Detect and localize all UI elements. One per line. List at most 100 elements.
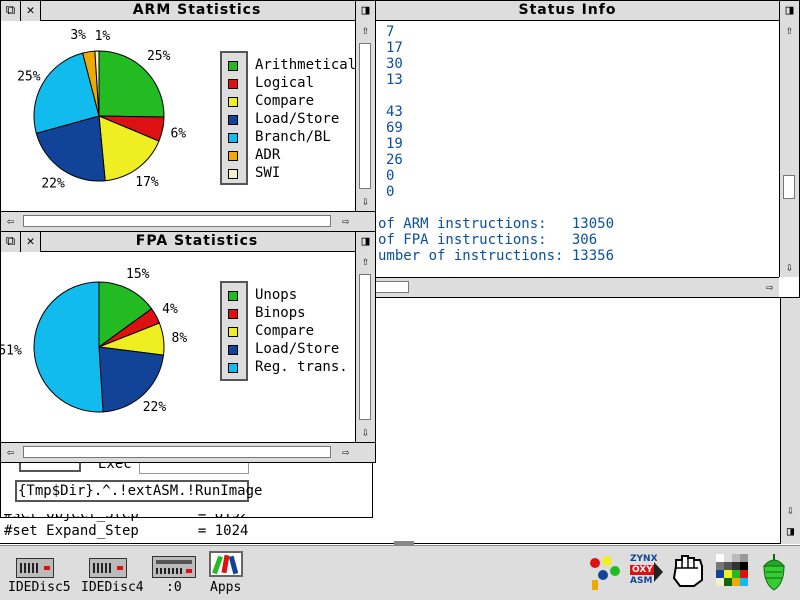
status-value: 30 [386,56,403,72]
scroll-right-arrow-icon[interactable]: ⇨ [336,443,355,462]
hscroll-thumb[interactable] [23,446,331,458]
status-value: 0 [386,168,395,184]
back-icon[interactable]: ⧉ [1,1,21,21]
scroll-down-arrow-icon[interactable]: ⇩ [781,501,800,520]
legend-swatch [228,61,238,71]
legend-label: Compare [255,323,315,339]
fpa-statistics-window: ⧉ ✕ FPA Statistics ◨ ⇧ ⇩ ⇦ ⇨ 15% 4% 8% 22% 5… [0,231,376,463]
scroll-up-arrow-icon[interactable]: ⇧ [780,21,799,40]
legend-label: Unops [255,287,298,303]
fpa-horizontal-scrollbar[interactable]: ⇦ ⇨ [1,442,375,462]
acorn-icon[interactable] [758,552,790,592]
scroll-up-arrow-icon[interactable]: ⇧ [356,21,375,40]
status-value: 13 [386,72,403,88]
status-value: 0 [386,184,395,200]
close-icon[interactable]: ✕ [21,232,41,252]
pie-value-label: 22% [41,177,65,192]
scroll-left-arrow-icon[interactable]: ⇦ [1,443,20,462]
legend-label: Binops [255,305,306,321]
pie-value-label: 17% [135,175,159,190]
legend-label: Compare [255,93,315,109]
legend-swatch [228,133,238,143]
status-value: 7 [386,24,395,40]
status-value: 26 [386,152,403,168]
fpa-vertical-scrollbar[interactable]: ⇧ ⇩ [355,252,375,442]
scroll-left-arrow-icon[interactable]: ⇦ [1,212,20,231]
legend-swatch [228,97,238,107]
drive-label-idedisc4[interactable]: IDEDisc4 [81,580,144,595]
close-icon[interactable]: ✕ [21,1,41,21]
legend-label: SWI [255,165,281,181]
pie-value-label: 25% [147,49,171,64]
apps-icon[interactable] [209,551,243,577]
floppy-drive-icon[interactable] [152,556,196,578]
legend-label: Branch/BL [255,129,331,145]
arm-title: ARM Statistics [132,2,262,18]
legend-swatch [228,291,238,301]
command-path-field[interactable]: {Tmp$Dir}.^.!extASM.!RunImage [15,480,262,502]
back-icon[interactable]: ⧉ [1,232,21,252]
window-lower-edge [0,543,780,544]
pie-value-label: 1% [95,29,111,44]
pie-value-label: 25% [17,70,41,85]
status-horizontal-scrollbar[interactable]: ⇨ [357,277,779,297]
hscroll-thumb[interactable] [375,281,409,293]
hscroll-thumb[interactable] [23,215,331,227]
scroll-down-arrow-icon[interactable]: ⇩ [780,258,799,277]
pie-value-label: 4% [162,302,178,317]
fpa-pie-chart: 15% 4% 8% 22% 51% [1,267,188,415]
toggle-size-icon[interactable]: ◨ [355,232,375,252]
legend-label: Reg. trans. [255,359,348,375]
arm-title-bar[interactable]: ⧉ ✕ ARM Statistics ◨ [1,1,375,21]
arm-pie-chart: 25% 6% 17% 22% 25% 3% 1% [17,28,186,192]
status-vertical-scrollbar[interactable]: ⇧ ⇩ [779,21,799,277]
config-line-expand-step: #set Expand_Step = 1024 [4,523,249,539]
scroll-thumb[interactable] [359,274,371,420]
pie-value-label: 8% [172,331,188,346]
scroll-thumb[interactable] [783,175,795,199]
arm-horizontal-scrollbar[interactable]: ⇦ ⇨ [1,211,375,231]
legend-label: Load/Store [255,341,340,357]
legend-swatch [228,327,238,337]
scroll-thumb[interactable] [359,43,371,189]
arm-total-line: of ARM instructions: 13050 [378,216,615,232]
palette-icon[interactable] [716,554,750,588]
drive-label-idedisc5[interactable]: IDEDisc5 [8,580,71,595]
scroll-down-arrow-icon[interactable]: ⇩ [356,192,375,211]
toggle-size-icon[interactable]: ◨ [355,1,375,21]
pie-value-label: 6% [170,127,186,142]
status-value: 69 [386,120,403,136]
paint-app-icon[interactable] [588,554,622,592]
status-value: 17 [386,40,403,56]
legend-label: Arithmetical [255,57,357,73]
pie-slice-reg-trans- [33,281,104,413]
legend-swatch [228,309,238,319]
resize-icon[interactable]: ◨ [781,522,800,541]
scroll-right-arrow-icon[interactable]: ⇨ [336,212,355,231]
harddisc-icon[interactable] [89,558,127,578]
legend-label: Logical [255,75,315,91]
arm-vertical-scrollbar[interactable]: ⇧ ⇩ [355,21,375,211]
legend-swatch [228,115,238,125]
zynx-asm-icon[interactable]: ZYNX OXY ASM [628,554,664,592]
status-title: Status Info [518,2,617,18]
fpa-title: FPA Statistics [135,233,259,249]
apps-label[interactable]: Apps [210,580,241,595]
fist-icon[interactable] [670,552,708,590]
pie-value-label: 15% [126,267,150,282]
toggle-size-icon[interactable]: ◨ [779,1,799,21]
bg-vertical-scrollbar[interactable]: ⇩ ◨ [780,298,800,544]
status-title-bar[interactable]: Status Info [356,1,779,21]
scroll-up-arrow-icon[interactable]: ⇧ [356,252,375,271]
status-value: 19 [386,136,403,152]
fpa-title-bar[interactable]: ⧉ ✕ FPA Statistics ◨ [1,232,375,252]
scroll-right-arrow-icon[interactable]: ⇨ [760,278,779,297]
legend-swatch [228,363,238,373]
scroll-down-arrow-icon[interactable]: ⇩ [356,423,375,442]
harddisc-icon[interactable] [16,558,54,578]
drive-label-floppy[interactable]: :0 [166,580,182,595]
pie-value-label: 22% [143,400,167,415]
legend-swatch [228,345,238,355]
pie-value-label: 51% [1,344,22,359]
icon-bar: IDEDisc5 IDEDisc4 :0 Apps ZYNX OXY ASM [0,545,800,600]
